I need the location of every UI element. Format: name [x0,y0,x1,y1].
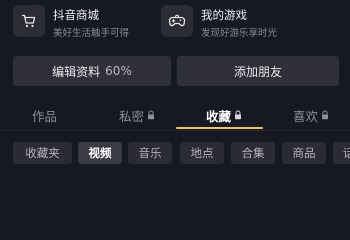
chip-music[interactable]: 音乐 [128,142,172,164]
chip-label: 地点 [190,146,214,160]
tab-works-label: 作品 [32,109,58,124]
chip-label: 商品 [292,146,316,160]
active-tab-indicator [176,127,263,129]
chip-videos[interactable]: 视频 [78,142,122,164]
edit-profile-button[interactable]: 编辑资料 60% [13,56,171,86]
lock-icon [321,108,329,123]
tab-favorites-label: 收藏 [206,109,232,124]
mall-subtitle: 美好生活触手可得 [53,28,130,39]
chip-label: 收藏夹 [25,146,60,160]
chip-folders[interactable]: 收藏夹 [13,142,72,164]
tab-works[interactable]: 作品 [32,106,57,125]
games-entry[interactable]: 我的游戏 发现好游乐享时光 [161,3,321,39]
tab-divider [0,130,350,131]
lock-icon [234,108,242,123]
games-subtitle: 发现好游乐享时光 [201,28,278,39]
tab-private[interactable]: 私密 [119,106,155,125]
lock-icon [147,108,155,123]
mall-entry[interactable]: 抖音商城 美好生活触手可得 [13,3,163,39]
tab-favorites[interactable]: 收藏 [206,106,242,125]
mall-title: 抖音商城 [53,8,99,22]
chip-products[interactable]: 商品 [282,142,326,164]
chip-label: 话 [343,146,350,160]
chip-label: 视频 [88,146,112,160]
chip-topics[interactable]: 话 [333,142,350,164]
chip-collections[interactable]: 合集 [231,142,275,164]
tab-likes[interactable]: 喜欢 [293,106,329,125]
add-friend-button[interactable]: 添加朋友 [177,56,339,86]
gamepad-icon [161,5,193,37]
games-title: 我的游戏 [201,8,247,22]
chip-label: 合集 [241,146,265,160]
add-friend-label: 添加朋友 [233,64,282,79]
chip-places[interactable]: 地点 [180,142,224,164]
edit-profile-label: 编辑资料 [52,64,101,79]
tab-private-label: 私密 [119,109,145,124]
cart-icon [13,5,45,37]
chip-label: 音乐 [138,146,162,160]
profile-completion: 60% [105,64,132,78]
tab-likes-label: 喜欢 [293,109,319,124]
